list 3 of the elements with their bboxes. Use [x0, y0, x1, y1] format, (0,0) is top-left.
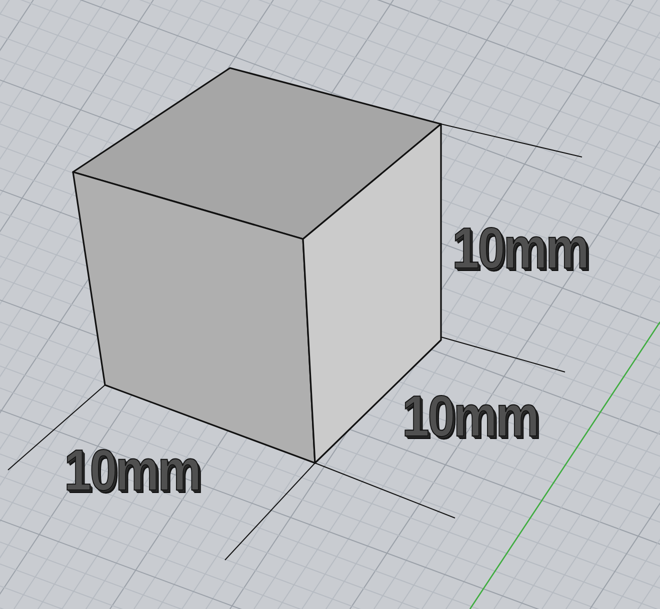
dimension-label: 10mm: [402, 388, 538, 446]
dimension-label: 10mm: [452, 220, 588, 278]
dimension-label: 10mm: [64, 442, 200, 500]
